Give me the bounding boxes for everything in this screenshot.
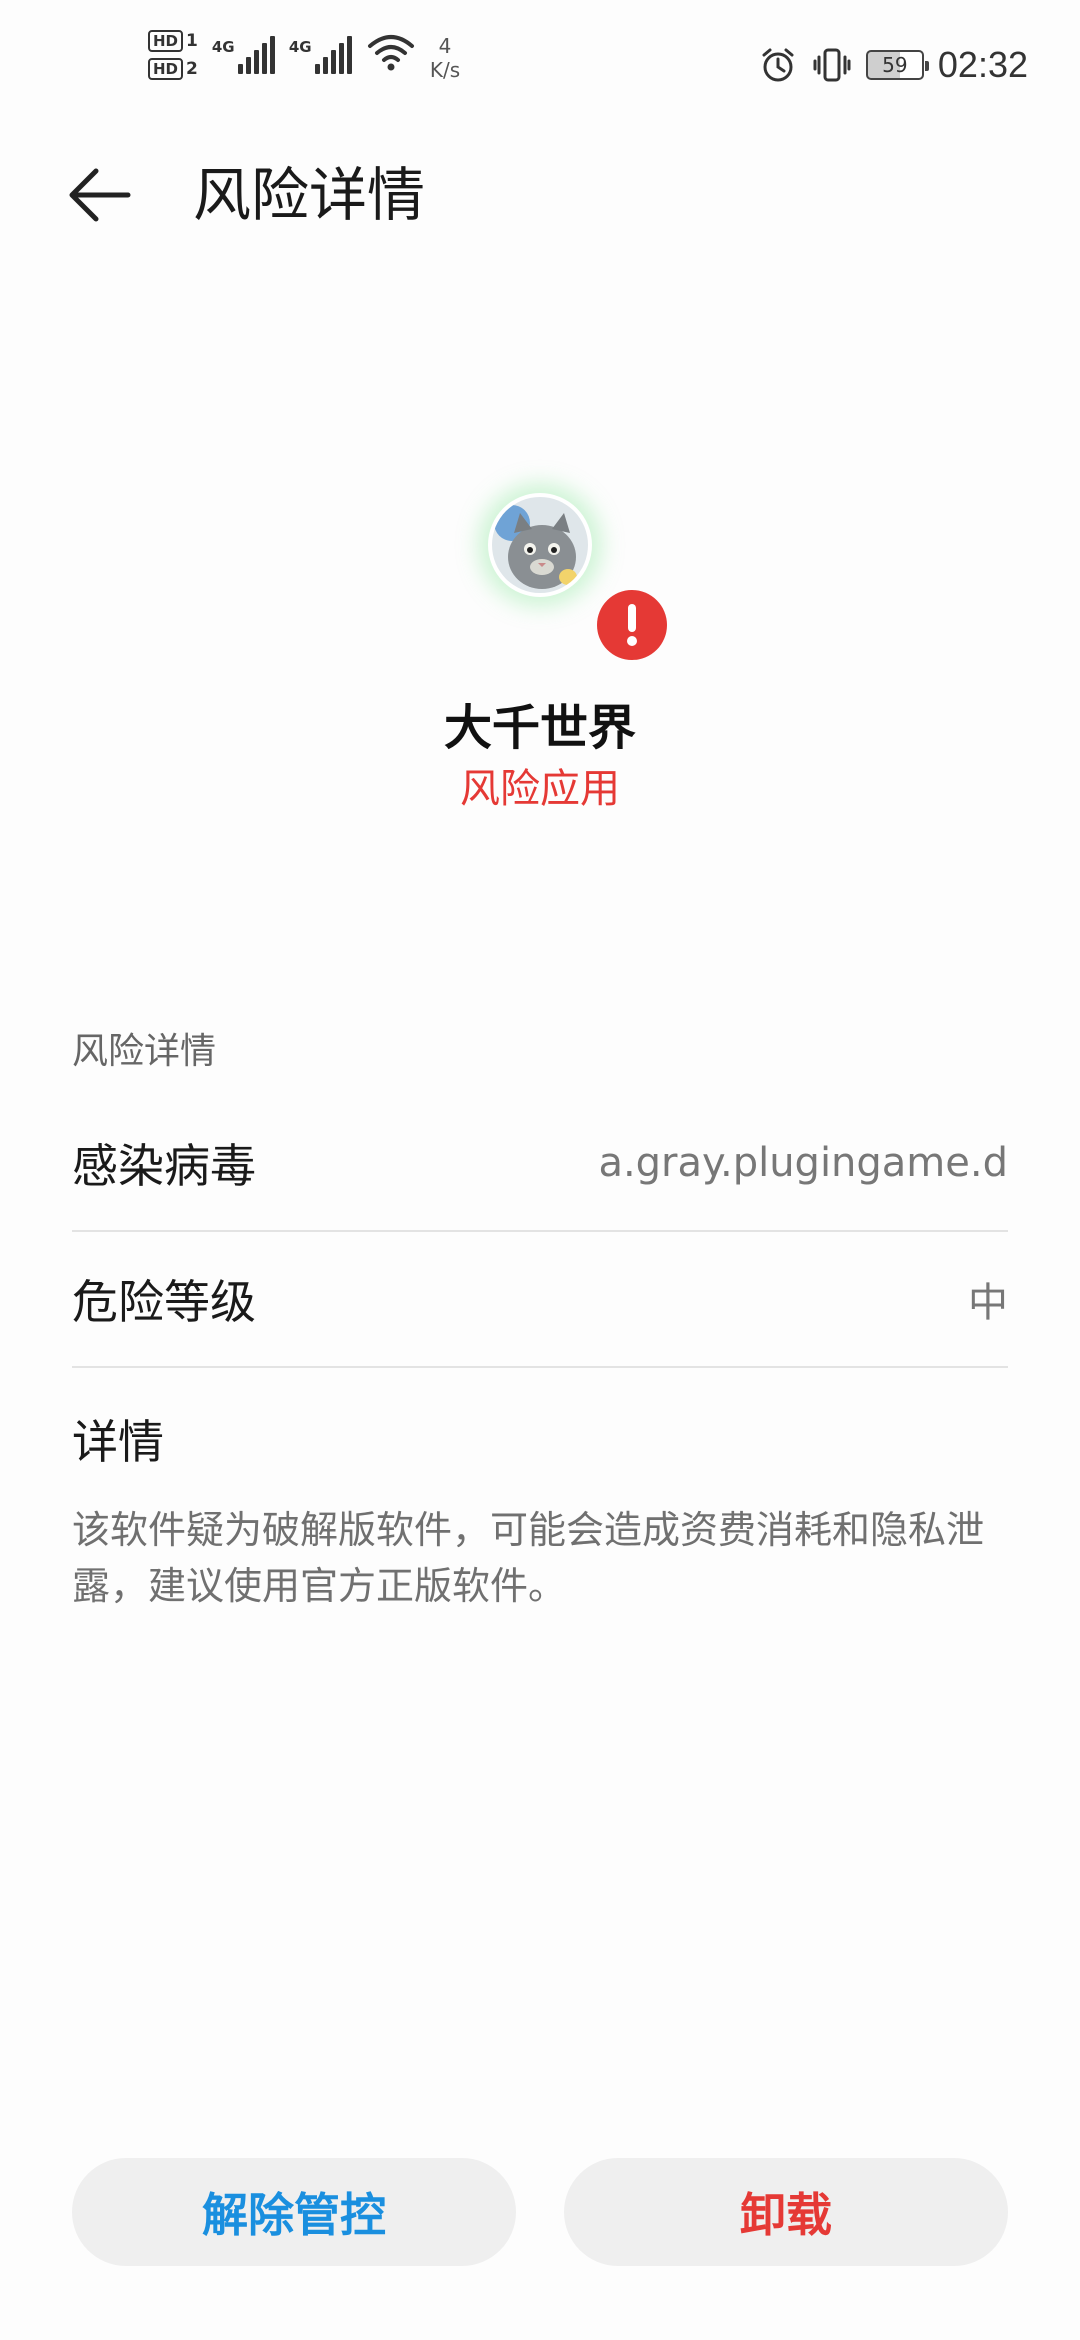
detail-title: 详情	[72, 1415, 164, 1469]
detail-row-virus: 感染病毒 a.gray.plugingame.d	[72, 1096, 1008, 1232]
row-label: 危险等级	[72, 1275, 256, 1329]
app-risk-status: 风险应用	[460, 766, 620, 812]
network-speed-unit: K/s	[429, 58, 461, 82]
cat-avatar-icon	[492, 497, 588, 593]
hd-sub-1: 1	[186, 31, 198, 51]
battery-icon: 59	[865, 50, 929, 80]
uninstall-button[interactable]: 卸载	[564, 2158, 1008, 2266]
back-button[interactable]	[60, 155, 140, 235]
row-label: 感染病毒	[72, 1139, 256, 1193]
app-icon-frame	[488, 493, 592, 597]
app-icon	[492, 497, 588, 593]
hd-label-1: HD	[148, 30, 184, 52]
detail-text: 该软件疑为破解版软件，可能会造成资费消耗和隐私泄露，建议使用官方正版软件。	[72, 1508, 985, 1608]
header: 风险详情	[0, 135, 1080, 255]
vibrate-icon	[813, 48, 851, 82]
network-speed-value: 4	[438, 34, 452, 58]
status-bar-left: HD 1 HD 2 4G 4G 4 K/s	[148, 30, 460, 82]
app-name: 大千世界	[443, 700, 636, 756]
section-label: 风险详情	[72, 1031, 217, 1072]
row-value: 中	[968, 1280, 1008, 1326]
warning-icon	[597, 590, 667, 660]
signal-icon-sim1: 4G	[212, 30, 275, 74]
hd-indicators: HD 1 HD 2	[148, 30, 198, 80]
alarm-icon	[762, 48, 794, 82]
back-arrow-icon	[69, 168, 131, 222]
network-speed: 4 K/s	[430, 34, 460, 82]
hd-sub-2: 2	[186, 59, 198, 79]
screen: HD 1 HD 2 4G 4G 4 K/s 59 02:32 风险详情 大千世界…	[0, 0, 1080, 2340]
page-title: 风险详情	[193, 161, 426, 229]
hd-badge-2: HD 2	[148, 58, 198, 80]
wifi-icon	[367, 35, 414, 71]
release-control-button[interactable]: 解除管控	[72, 2158, 516, 2266]
sim2-network-type: 4G	[288, 38, 312, 56]
battery-level: 59	[882, 53, 908, 77]
hd-label-2: HD	[148, 58, 184, 80]
clock: 02:32	[937, 44, 1028, 85]
hd-badge-1: HD 1	[148, 30, 198, 52]
exclamation-icon	[627, 604, 637, 646]
sim1-network-type: 4G	[211, 38, 235, 56]
status-bar: HD 1 HD 2 4G 4G 4 K/s 59 02:32	[0, 0, 1080, 135]
status-bar-right: 59 02:32	[758, 44, 1028, 86]
row-value: a.gray.plugingame.d	[598, 1140, 1008, 1186]
signal-icon-sim2: 4G	[289, 30, 352, 74]
detail-row-risk-level: 危险等级 中	[72, 1232, 1008, 1368]
